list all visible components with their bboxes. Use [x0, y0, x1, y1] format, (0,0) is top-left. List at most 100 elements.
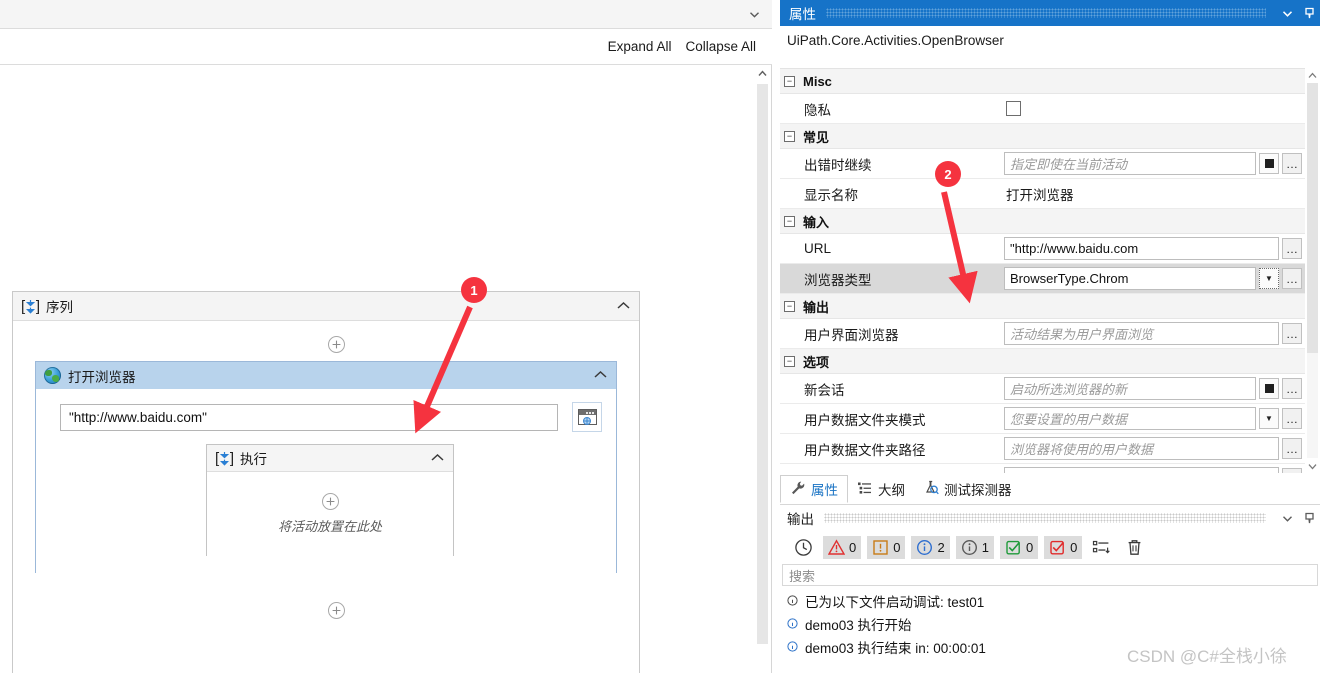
- panel-tab-strip: 属性 大纲 测试探测器: [780, 475, 1320, 503]
- log-line[interactable]: demo03 执行开始: [786, 612, 1320, 635]
- designer-topbar: [0, 0, 772, 29]
- open-browser-collapse-icon[interactable]: [593, 369, 608, 382]
- property-row-url[interactable]: URL "http://www.baidu.com …: [780, 234, 1305, 264]
- sequence-body: 打开浏览器 "http://www.baidu.com" [] 执行 将活动放…: [13, 321, 639, 673]
- property-group-output[interactable]: − 输出: [780, 294, 1305, 319]
- output-search-input[interactable]: 搜索: [782, 564, 1318, 586]
- property-label: 用户数据文件夹模式: [804, 412, 926, 428]
- sort-list-icon[interactable]: [1088, 538, 1115, 557]
- output-filter-warnings[interactable]: 0: [867, 535, 906, 559]
- open-browser-activity[interactable]: 打开浏览器 "http://www.baidu.com" [] 执行 将活动放…: [35, 361, 617, 573]
- group-collapse-icon[interactable]: −: [784, 75, 795, 87]
- property-row-partial[interactable]: …: [780, 464, 1305, 473]
- output-filter-trace[interactable]: 1: [955, 535, 994, 559]
- properties-vertical-scrollbar[interactable]: [1305, 68, 1320, 473]
- property-group-common[interactable]: − 常见: [780, 124, 1305, 149]
- ellipsis-button[interactable]: …: [1282, 438, 1302, 459]
- chevron-down-icon[interactable]: [748, 8, 761, 21]
- add-activity-top-button[interactable]: [328, 336, 345, 353]
- ellipsis-button[interactable]: …: [1282, 408, 1302, 429]
- url-input[interactable]: "http://www.baidu.com": [60, 404, 558, 431]
- output-filter-info[interactable]: 2: [911, 535, 950, 559]
- do-header[interactable]: [ ] 执行: [207, 445, 453, 472]
- pin-icon[interactable]: [1298, 7, 1320, 20]
- chevron-down-icon[interactable]: ▼: [1259, 268, 1279, 289]
- ellipsis-button[interactable]: …: [1282, 268, 1302, 289]
- group-collapse-icon[interactable]: −: [784, 355, 795, 367]
- titlebar-grip[interactable]: [826, 8, 1266, 18]
- property-value: "http://www.baidu.com …: [1004, 237, 1305, 260]
- sequence-collapse-icon[interactable]: [616, 300, 631, 313]
- property-row-new-session[interactable]: 新会话 启动所选浏览器的新 …: [780, 374, 1305, 404]
- output-header: 输出: [780, 505, 1320, 531]
- property-row-user-data-folder-mode[interactable]: 用户数据文件夹模式 您要设置的用户数据 ▼ …: [780, 404, 1305, 434]
- group-collapse-icon[interactable]: −: [784, 215, 795, 227]
- tab-test-explorer[interactable]: 测试探测器: [914, 475, 1021, 503]
- property-row-user-data-folder-path[interactable]: 用户数据文件夹路径 浏览器将使用的用户数据 …: [780, 434, 1305, 464]
- do-collapse-icon[interactable]: [430, 452, 445, 465]
- info-icon: [786, 617, 799, 630]
- output-filter-fail[interactable]: 0: [1044, 535, 1083, 559]
- add-activity-do-button[interactable]: [321, 493, 339, 510]
- ellipsis-button[interactable]: …: [1282, 378, 1302, 399]
- log-line[interactable]: 已为以下文件启动调试: test01: [786, 589, 1320, 612]
- new-session-input[interactable]: 启动所选浏览器的新: [1004, 377, 1256, 400]
- user-data-folder-mode-input[interactable]: 您要设置的用户数据: [1004, 407, 1256, 430]
- chevron-down-icon[interactable]: [1276, 7, 1298, 20]
- scroll-up-icon[interactable]: [1305, 68, 1320, 82]
- chevron-down-icon[interactable]: [1276, 512, 1298, 525]
- add-activity-bottom-button[interactable]: [328, 602, 345, 619]
- browser-picker-button[interactable]: [572, 402, 602, 432]
- ellipsis-button[interactable]: …: [1282, 323, 1302, 344]
- scroll-thumb[interactable]: [757, 84, 768, 644]
- ellipsis-button[interactable]: …: [1282, 238, 1302, 259]
- expression-toggle-button[interactable]: [1259, 378, 1279, 399]
- property-group-options[interactable]: − 选项: [780, 349, 1305, 374]
- property-value: 指定即使在当前活动 …: [1004, 152, 1305, 175]
- property-group-misc[interactable]: − Misc: [780, 69, 1305, 94]
- property-row-privacy[interactable]: 隐私: [780, 94, 1305, 124]
- property-row-continue-on-error[interactable]: 出错时继续 指定即使在当前活动 …: [780, 149, 1305, 179]
- expand-all-button[interactable]: Expand All: [608, 39, 672, 54]
- output-filter-pass[interactable]: 0: [999, 535, 1039, 559]
- trash-icon[interactable]: [1121, 538, 1148, 557]
- open-browser-header[interactable]: 打开浏览器: [36, 362, 616, 389]
- property-value: 浏览器将使用的用户数据 …: [1004, 437, 1305, 460]
- scroll-up-icon[interactable]: [755, 66, 770, 81]
- property-row-display-name[interactable]: 显示名称 打开浏览器: [780, 179, 1305, 209]
- scroll-down-icon[interactable]: [1305, 459, 1320, 473]
- ui-browser-input[interactable]: 活动结果为用户界面浏览: [1004, 322, 1279, 345]
- pin-icon[interactable]: [1298, 512, 1320, 525]
- user-data-folder-path-input[interactable]: 浏览器将使用的用户数据: [1004, 437, 1279, 460]
- designer-canvas: [ ] 序列 打开浏览器 "http://www.baidu.com" [] …: [0, 66, 756, 673]
- tab-properties[interactable]: 属性: [780, 475, 848, 503]
- annotation-badge-2: 2: [935, 161, 961, 187]
- expression-toggle-button[interactable]: [1259, 153, 1279, 174]
- tab-outline[interactable]: 大纲: [848, 475, 914, 503]
- sequence-icon: [ ]: [215, 449, 234, 467]
- do-container[interactable]: [ ] 执行 将活动放置在此处: [206, 444, 454, 556]
- group-collapse-icon[interactable]: −: [784, 300, 795, 312]
- clock-history-icon[interactable]: [790, 538, 817, 557]
- partial-input[interactable]: [1004, 467, 1279, 473]
- privacy-checkbox[interactable]: [1006, 101, 1021, 116]
- browser-type-input[interactable]: BrowserType.Chrom: [1004, 267, 1256, 290]
- chevron-down-icon[interactable]: ▼: [1259, 408, 1279, 429]
- ellipsis-button[interactable]: …: [1282, 468, 1302, 473]
- designer-vertical-scrollbar[interactable]: [755, 66, 770, 673]
- property-group-input[interactable]: − 输入: [780, 209, 1305, 234]
- do-dropzone[interactable]: 将活动放置在此处: [207, 472, 453, 556]
- group-collapse-icon[interactable]: −: [784, 130, 795, 142]
- url-property-input[interactable]: "http://www.baidu.com: [1004, 237, 1279, 260]
- display-name-value[interactable]: 打开浏览器: [1004, 184, 1302, 204]
- collapse-all-button[interactable]: Collapse All: [685, 39, 756, 54]
- ellipsis-button[interactable]: …: [1282, 153, 1302, 174]
- sequence-activity[interactable]: [ ] 序列 打开浏览器 "http://www.baidu.com" [] …: [12, 291, 640, 673]
- property-row-browser-type[interactable]: 浏览器类型 BrowserType.Chrom ▼ …: [780, 264, 1305, 294]
- scroll-thumb[interactable]: [1307, 83, 1318, 353]
- output-filter-errors[interactable]: 0: [823, 535, 862, 559]
- sequence-header[interactable]: [ ] 序列: [13, 292, 639, 321]
- continue-on-error-input[interactable]: 指定即使在当前活动: [1004, 152, 1256, 175]
- property-row-ui-browser[interactable]: 用户界面浏览器 活动结果为用户界面浏览 …: [780, 319, 1305, 349]
- output-header-grip[interactable]: [824, 513, 1266, 523]
